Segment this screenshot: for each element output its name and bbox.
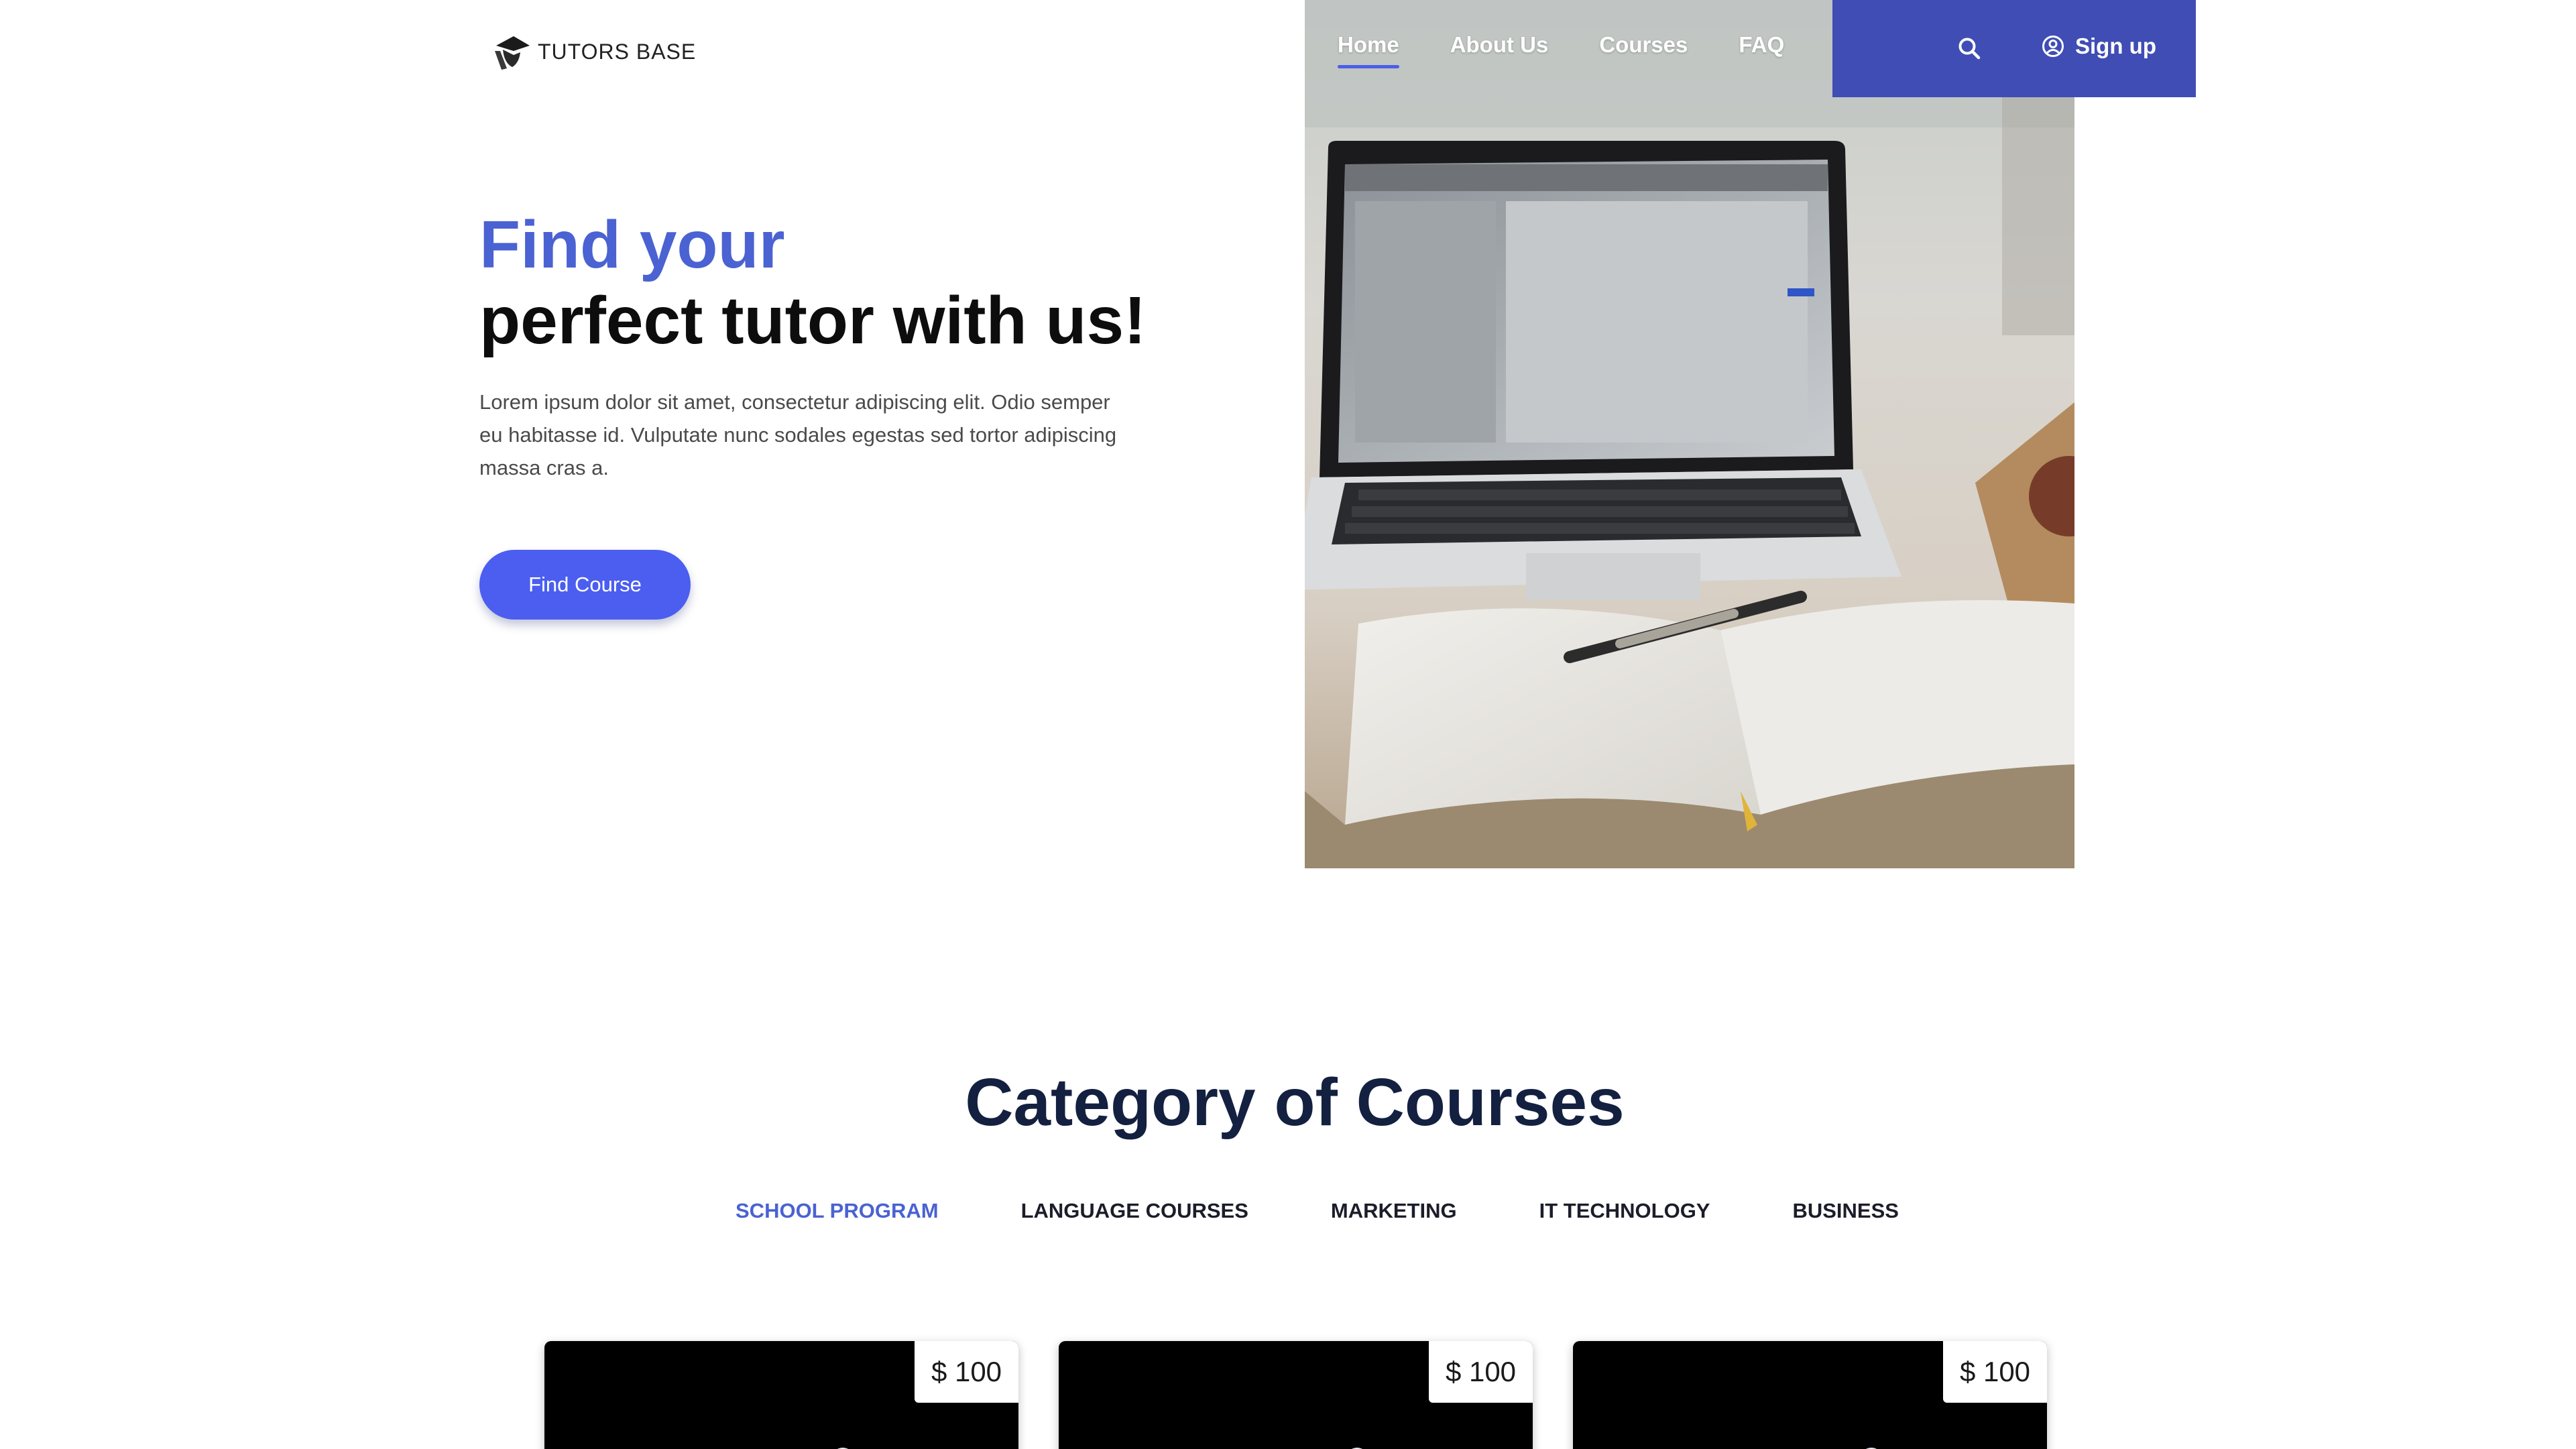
brand-name: TUTORS BASE xyxy=(538,39,697,64)
nav-item-home[interactable]: Home xyxy=(1338,32,1399,68)
molecule-icon xyxy=(1352,1448,1362,1449)
graduate-silhouette-icon xyxy=(495,36,530,70)
section-title: Category of Courses xyxy=(965,1065,1625,1140)
course-cards: $ 100 $ 100 $ 100 xyxy=(544,1341,2047,1449)
nav-item-courses[interactable]: Courses xyxy=(1599,32,1688,58)
tab-school-program[interactable]: SCHOOL PROGRAM xyxy=(736,1199,939,1223)
tab-it-technology[interactable]: IT TECHNOLOGY xyxy=(1539,1199,1710,1223)
tab-language-courses[interactable]: LANGUAGE COURSES xyxy=(1021,1199,1248,1223)
molecule-icon xyxy=(1866,1448,1877,1449)
sign-up-label: Sign up xyxy=(2075,34,2156,58)
course-card[interactable]: $ 100 xyxy=(1059,1341,1533,1449)
sign-up-button[interactable]: Sign up xyxy=(2042,34,2156,59)
hero-title-accent: Find your xyxy=(479,207,785,282)
tab-business[interactable]: BUSINESS xyxy=(1792,1199,1898,1223)
header-action-bar: Sign up xyxy=(1832,0,2196,97)
hero-photo xyxy=(1305,0,2074,868)
find-course-button[interactable]: Find Course xyxy=(479,550,691,620)
page: TUTORS BASE Home About Us Courses FAQ Si… xyxy=(0,0,2576,1449)
user-circle-icon xyxy=(2042,36,2064,57)
category-tabs: SCHOOL PROGRAM LANGUAGE COURSES MARKETIN… xyxy=(736,1199,1899,1223)
price-badge: $ 100 xyxy=(1943,1341,2047,1403)
tab-marketing[interactable]: MARKETING xyxy=(1331,1199,1457,1223)
hero-title: perfect tutor with us! xyxy=(479,283,1147,358)
logo[interactable]: TUTORS BASE xyxy=(491,25,696,78)
main-nav: Home About Us Courses FAQ xyxy=(1338,32,1784,68)
price-badge: $ 100 xyxy=(1429,1341,1533,1403)
nav-item-faq[interactable]: FAQ xyxy=(1739,32,1784,58)
price-badge: $ 100 xyxy=(915,1341,1018,1403)
search-icon[interactable] xyxy=(1957,36,1981,60)
hero-description: Lorem ipsum dolor sit amet, consectetur … xyxy=(479,390,1117,479)
molecule-icon xyxy=(837,1448,848,1449)
course-card[interactable]: $ 100 xyxy=(544,1341,1018,1449)
nav-item-about-us[interactable]: About Us xyxy=(1450,32,1549,58)
course-card[interactable]: $ 100 xyxy=(1573,1341,2047,1449)
